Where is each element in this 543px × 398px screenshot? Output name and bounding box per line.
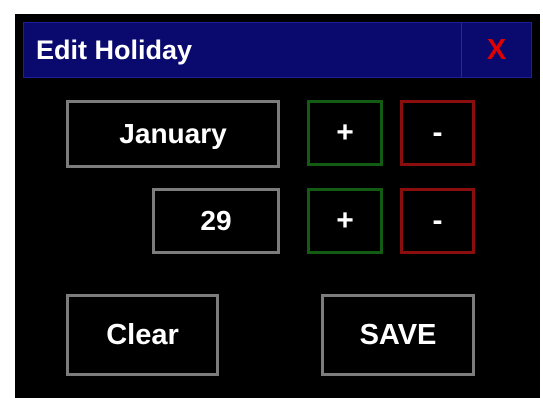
day-decrement-button[interactable]: -	[400, 188, 475, 254]
edit-holiday-dialog: Edit Holiday X January + - 29 + - Clear …	[15, 14, 540, 398]
title-bar: Edit Holiday X	[23, 22, 532, 78]
day-value: 29	[152, 188, 280, 254]
dialog-title: Edit Holiday	[36, 35, 193, 65]
month-decrement-button[interactable]: -	[400, 100, 475, 166]
month-value: January	[66, 100, 280, 168]
save-button[interactable]: SAVE	[321, 294, 475, 376]
month-increment-button[interactable]: +	[307, 100, 383, 166]
day-increment-button[interactable]: +	[307, 188, 383, 254]
close-button[interactable]: X	[461, 23, 531, 77]
clear-button[interactable]: Clear	[66, 294, 219, 376]
